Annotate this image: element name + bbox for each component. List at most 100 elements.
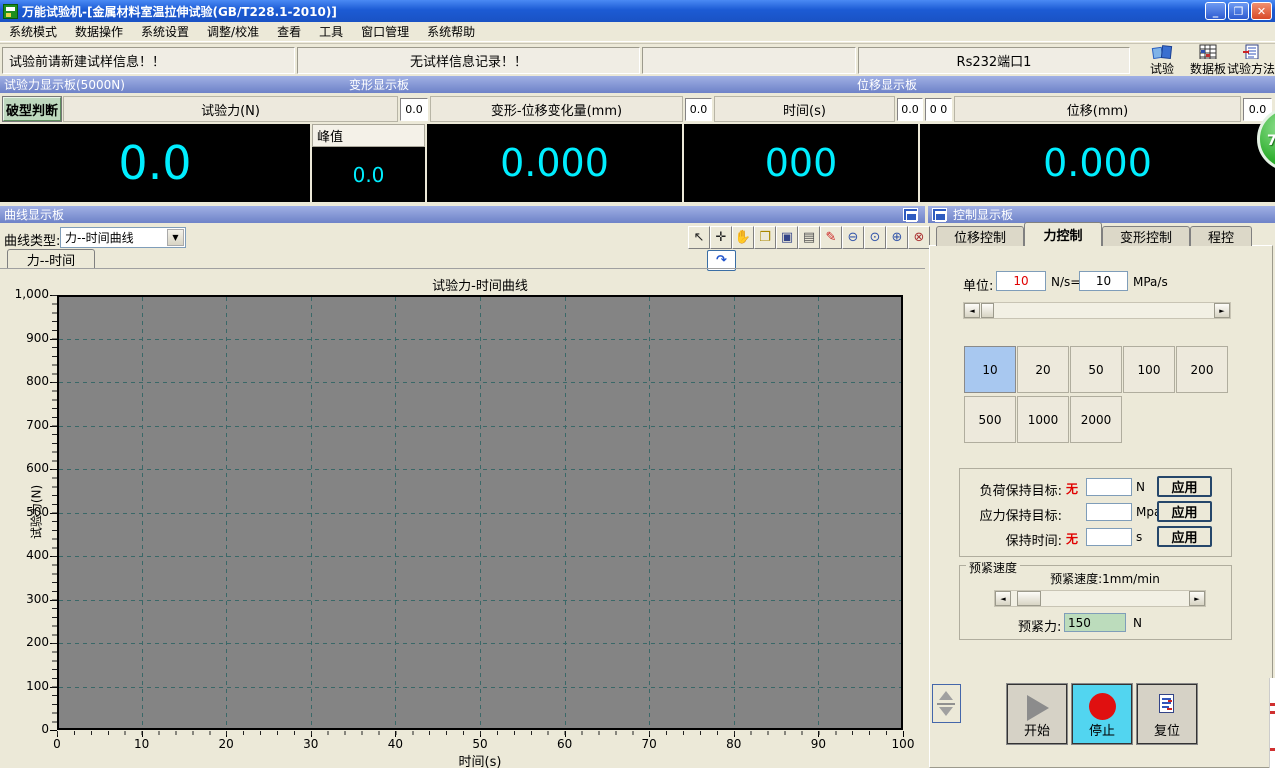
grid-line-v [649, 297, 650, 728]
speed-button-100[interactable]: 100 [1123, 346, 1175, 393]
scrollbar-thumb[interactable] [981, 303, 994, 318]
x-tick-label: 90 [798, 737, 838, 751]
rate-scrollbar[interactable]: ◄ ► [963, 302, 1231, 319]
app-window: 万能试验机-[金属材料室温拉伸试验(GB/T228.1-2010)] _ ❐ ✕… [0, 0, 1275, 768]
speed-button-200[interactable]: 200 [1176, 346, 1228, 393]
pretension-scrollbar[interactable]: ◄ ► [994, 590, 1206, 607]
testmethod-toolbutton[interactable]: 试验方法 [1228, 44, 1274, 77]
tab-force-time[interactable]: 力--时间 [7, 249, 95, 269]
reset-doc-icon [1159, 694, 1174, 713]
pointer-icon[interactable]: ↖ [688, 226, 710, 249]
y-tick-label: 0 [7, 722, 49, 736]
x-tick-label: 10 [122, 737, 162, 751]
reset-button[interactable]: 复位 [1137, 684, 1197, 744]
unit-eq-label: N/s= [1051, 275, 1080, 289]
time-display: 000 [684, 124, 918, 202]
play-icon [1027, 695, 1049, 721]
reset-button-label: 复位 [1138, 720, 1196, 739]
print-icon[interactable]: ▤ [798, 226, 820, 249]
restore-button[interactable]: ❐ [1228, 2, 1249, 20]
zoom-reset-icon[interactable]: ⊗ [908, 226, 930, 249]
zoom-icon[interactable]: ⊙ [864, 226, 886, 249]
x-axis-minor-ticks [57, 731, 903, 735]
unit-value-n-input[interactable]: 10 [996, 271, 1046, 291]
speed-button-500[interactable]: 500 [964, 396, 1016, 443]
pretension-scroll-left-arrow[interactable]: ◄ [995, 591, 1011, 606]
curve-type-dropdown[interactable]: 力--时间曲线 ▼ [60, 227, 186, 248]
grid-line-v [311, 297, 312, 728]
break-detect-button[interactable]: 破型判断 [3, 97, 61, 121]
control-restore-icon[interactable] [932, 208, 947, 221]
speed-button-2000[interactable]: 2000 [1070, 396, 1122, 443]
minimize-button[interactable]: _ [1205, 2, 1226, 20]
grid-line-v [142, 297, 143, 728]
curve-restore-icon[interactable] [903, 208, 918, 221]
menu-system-help[interactable]: 系统帮助 [418, 21, 484, 42]
zoom-out-icon[interactable]: ⊖ [842, 226, 864, 249]
y-tick-label: 100 [7, 679, 49, 693]
displacement-panel-header: 位移显示板 [853, 76, 1275, 93]
hold-row-flag-0: 无 [1066, 480, 1078, 497]
curve-panel-title: 曲线显示板 [4, 206, 64, 223]
force-panel-header: 试验力显示板(5000N) [0, 76, 345, 93]
menu-adjust-calibrate[interactable]: 调整/校准 [198, 21, 268, 42]
deform-label-cell: 变形-位移变化量(mm) [430, 96, 683, 122]
force-small-value: 0.0 [400, 98, 428, 121]
scroll-right-arrow[interactable]: ► [1214, 303, 1230, 318]
control-tab-1[interactable]: 位移控制 [936, 226, 1024, 246]
test-toolbutton[interactable]: 试验 [1139, 44, 1185, 77]
unit-value-mpa-input[interactable]: 10 [1079, 271, 1128, 291]
stop-button-label: 停止 [1073, 720, 1131, 739]
scroll-left-arrow[interactable]: ◄ [964, 303, 980, 318]
force-display-value: 0.0 [118, 136, 191, 190]
x-tick-label: 20 [206, 737, 246, 751]
speed-button-20[interactable]: 20 [1017, 346, 1069, 393]
menu-data-operation[interactable]: 数据操作 [66, 21, 132, 42]
hold-row-apply-button-2[interactable]: 应用 [1157, 526, 1212, 547]
hold-row-input-2[interactable] [1086, 528, 1132, 546]
menu-view[interactable]: 查看 [268, 21, 310, 42]
pan-hand-icon[interactable]: ✋ [732, 226, 754, 249]
jog-updown-button[interactable] [932, 684, 961, 723]
pretension-force-unit: N [1133, 616, 1142, 630]
zoom-in-icon[interactable]: ⊕ [886, 226, 908, 249]
hold-row-apply-button-0[interactable]: 应用 [1157, 476, 1212, 497]
control-tab-4[interactable]: 程控 [1190, 226, 1252, 246]
x-tick-label: 30 [291, 737, 331, 751]
close-button[interactable]: ✕ [1251, 2, 1272, 20]
datapanel-toolbutton-label: 数据板 [1190, 60, 1226, 77]
menu-system-mode[interactable]: 系统模式 [0, 21, 66, 42]
displacement-display-value: 0.000 [1043, 141, 1152, 185]
unit-label: 单位: [963, 275, 993, 294]
curve-type-value: 力--时间曲线 [61, 229, 167, 246]
peak-display: 0.0 [312, 147, 425, 202]
x-tick-label: 40 [375, 737, 415, 751]
pretension-scrollbar-thumb[interactable] [1017, 591, 1041, 606]
clipped-edge-element [1269, 678, 1275, 768]
copy-color-icon[interactable]: ❐ [754, 226, 776, 249]
speed-button-50[interactable]: 50 [1070, 346, 1122, 393]
speed-button-10[interactable]: 10 [964, 346, 1016, 393]
hold-row-input-1[interactable] [1086, 503, 1132, 521]
move-crosshair-icon[interactable]: ✛ [710, 226, 732, 249]
control-tab-2[interactable]: 力控制 [1024, 222, 1102, 246]
save-icon[interactable]: ▣ [776, 226, 798, 249]
annotate-pen-icon[interactable]: ✎ [820, 226, 842, 249]
hold-row-apply-button-1[interactable]: 应用 [1157, 501, 1212, 522]
chevron-down-icon[interactable]: ▼ [167, 229, 184, 246]
pretension-force-input[interactable]: 150 [1064, 613, 1126, 632]
grid-line-v [734, 297, 735, 728]
y-tick-label: 600 [7, 461, 49, 475]
speed-button-1000[interactable]: 1000 [1017, 396, 1069, 443]
hold-row-input-0[interactable] [1086, 478, 1132, 496]
menu-tools[interactable]: 工具 [310, 21, 352, 42]
displacement-display: 0.000 [920, 124, 1275, 202]
menu-system-settings[interactable]: 系统设置 [132, 21, 198, 42]
stop-button[interactable]: 停止 [1072, 684, 1132, 744]
control-tab-3[interactable]: 变形控制 [1102, 226, 1190, 246]
menu-window-manage[interactable]: 窗口管理 [352, 21, 418, 42]
datapanel-toolbutton[interactable]: 数据板 [1185, 44, 1231, 77]
start-button[interactable]: 开始 [1007, 684, 1067, 744]
pretension-scroll-right-arrow[interactable]: ► [1189, 591, 1205, 606]
hold-row-label-1: 应力保持目标: [966, 505, 1062, 524]
